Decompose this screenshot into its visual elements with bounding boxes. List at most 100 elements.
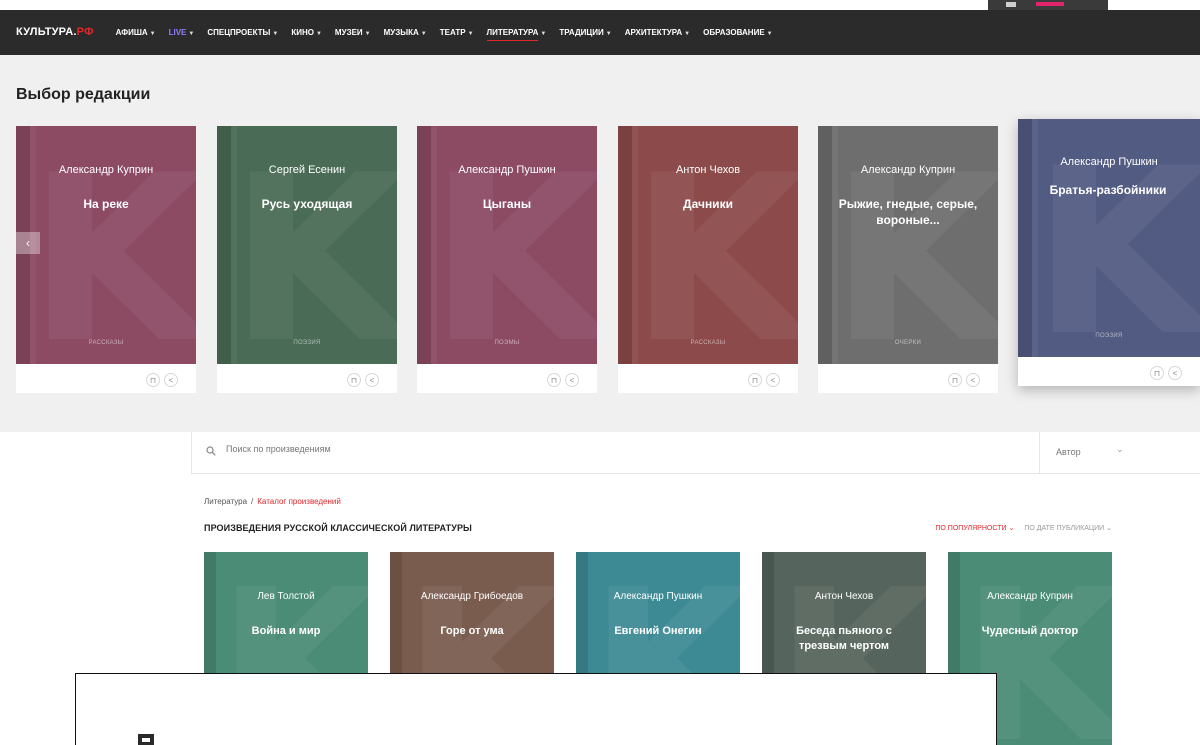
book-genre: ПОЭМЫ [494,340,520,346]
book-card[interactable]: K Антон Чехов Дачники РАССКАЗЫ ⊓ < [618,126,798,393]
nav-label: КИНО [291,27,314,37]
book-title: Цыганы [482,197,532,211]
carousel-prev-button[interactable]: ‹ [16,232,40,254]
search-bar: Автор ⌄ [191,432,1200,474]
top-navigation-bar: КУЛЬТУРА.РФ АФИША ▼ LIVE ▼ СПЕЦПРОЕКТЫ ▼ КИ… [0,0,1200,55]
book-title: Рыжие, гнедые, серые, вороные... [838,197,978,227]
book-cover[interactable]: K Александр Пушкин Братья-разбойники ПОЭ… [1018,119,1200,357]
book-author: Александр Куприн [987,591,1073,602]
nav-item-live[interactable]: LIVE ▼ [169,28,195,37]
sort-date[interactable]: ПО ДАТЕ ПУБЛИКАЦИИ ⌄ [1024,524,1112,532]
book-genre: РАССКАЗЫ [690,340,726,346]
book-genre: РАССКАЗЫ [88,340,124,346]
share-icon[interactable]: < [966,373,980,387]
book-author: Антон Чехов [814,591,874,602]
book-cover[interactable]: K Александр Куприн Рыжие, гнедые, серые,… [818,126,998,364]
book-actions: ⊓ < [547,373,579,387]
book-title: Братья-разбойники [1049,183,1167,197]
nav-item-literatura[interactable]: ЛИТЕРАТУРА ▼ [486,28,547,41]
overlay-widget [988,0,1108,10]
nav-item-teatr[interactable]: ТЕАТР ▼ [440,28,474,37]
book-cover[interactable]: K Сергей Есенин Русь уходящая ПОЭЗИЯ [217,126,397,364]
chevron-down-icon: ▼ [364,30,371,37]
breadcrumb: Литература / Каталог произведений [204,497,341,506]
chevron-down-icon: ▼ [605,30,612,37]
book-spine [1018,119,1032,357]
section-title: Выбор редакции [16,86,151,103]
book-cover[interactable]: K Александр Пушкин Цыганы ПОЭМЫ [417,126,597,364]
popup-dialog [75,673,997,745]
book-title: На реке [83,197,129,211]
author-filter-select[interactable]: Автор ⌄ [1039,432,1200,474]
author-filter-label: Автор [1056,447,1081,457]
chevron-down-icon: ⌄ [1008,525,1015,532]
book-cover[interactable]: K Антон Чехов Дачники РАССКАЗЫ [618,126,798,364]
sort-popular-label: ПО ПОПУЛЯРНОСТИ [935,525,1007,532]
book-card[interactable]: K Александр Пушкин Цыганы ПОЭМЫ ⊓ < [417,126,597,393]
book-actions: ⊓ < [948,373,980,387]
book-title: Война и мир [251,625,321,637]
nav-item-afisha[interactable]: АФИША ▼ [116,28,156,37]
book-author: Антон Чехов [675,164,741,176]
breadcrumb-current[interactable]: Каталог произведений [257,497,341,506]
book-actions: ⊓ < [1150,366,1182,380]
book-title: Горе от ума [440,625,504,637]
book-genre: ПОЭЗИЯ [1095,333,1123,339]
nav-item-tradicii[interactable]: ТРАДИЦИИ ▼ [559,28,611,37]
nav-item-specprojects[interactable]: СПЕЦПРОЕКТЫ ▼ [207,28,278,37]
nav-label: СПЕЦПРОЕКТЫ [207,27,271,37]
book-genre: ПОЭЗИЯ [293,340,321,346]
chevron-down-icon: ▼ [540,30,547,37]
popup-book-icon [138,734,154,745]
share-icon[interactable]: < [164,373,178,387]
book-author: Лев Толстой [257,591,315,602]
book-author: Сергей Есенин [268,164,346,176]
bookmark-icon[interactable]: ⊓ [347,373,361,387]
book-cover[interactable]: K Александр Куприн На реке РАССКАЗЫ [16,126,196,364]
book-card[interactable]: K Сергей Есенин Русь уходящая ПОЭЗИЯ ⊓ < [217,126,397,393]
book-title: Евгений Онегин [614,625,702,637]
nav-label: МУЗЕИ [334,27,363,37]
nav-item-arhitektura[interactable]: АРХИТЕКТУРА ▼ [625,28,690,37]
share-icon[interactable]: < [365,373,379,387]
book-genre: ОЧЕРКИ [894,340,922,346]
chevron-down-icon: ⌄ [1116,444,1124,454]
nav-item-kino[interactable]: КИНО ▼ [291,28,322,37]
site-logo[interactable]: КУЛЬТУРА.РФ [16,26,94,38]
k-watermark-icon: K [228,127,397,365]
book-card[interactable]: K Александр Куприн Рыжие, гнедые, серые,… [818,126,998,393]
chevron-down-icon: ▼ [315,30,322,37]
nav-label: ОБРАЗОВАНИЕ [703,27,765,37]
bookmark-icon[interactable]: ⊓ [146,373,160,387]
share-icon[interactable]: < [1168,366,1182,380]
book-author: Александр Пушкин [1060,156,1158,168]
share-icon[interactable]: < [766,373,780,387]
book-title: Чудесный доктор [981,625,1079,637]
sort-popular[interactable]: ПО ПОПУЛЯРНОСТИ ⌄ [935,524,1014,532]
book-title: Беседа пьяного с трезвым чертом [796,625,892,652]
nav-item-muzei[interactable]: МУЗЕИ ▼ [335,28,371,37]
k-watermark-icon: K [1031,120,1200,358]
popup-icon-detail [142,738,150,742]
bookmark-icon[interactable]: ⊓ [948,373,962,387]
bookmark-icon[interactable]: ⊓ [748,373,762,387]
nav-item-obrazovanie[interactable]: ОБРАЗОВАНИЕ ▼ [703,28,772,37]
overlay-pink-mark [1036,2,1064,6]
breadcrumb-root[interactable]: Литература [204,497,247,506]
bookmark-icon[interactable]: ⊓ [1150,366,1164,380]
chevron-down-icon: ▼ [684,30,691,37]
book-card[interactable]: K Александр Куприн На реке РАССКАЗЫ ⊓ < [16,126,196,393]
book-actions: ⊓ < [347,373,379,387]
bookmark-icon[interactable]: ⊓ [547,373,561,387]
k-watermark-icon: K [629,127,798,365]
book-card-hovered[interactable]: K Александр Пушкин Братья-разбойники ПОЭ… [1018,119,1200,386]
nav-item-muzyka[interactable]: МУЗЫКА ▼ [384,28,427,37]
share-icon[interactable]: < [565,373,579,387]
chevron-down-icon: ▼ [188,30,195,37]
chevron-down-icon: ▼ [420,30,427,37]
k-watermark-icon: K [829,127,998,365]
book-author: Александр Куприн [860,164,956,176]
search-input[interactable] [226,444,626,454]
book-author: Александр Куприн [58,164,154,176]
sort-controls: ПО ПОПУЛЯРНОСТИ ⌄ ПО ДАТЕ ПУБЛИКАЦИИ ⌄ [935,524,1112,532]
